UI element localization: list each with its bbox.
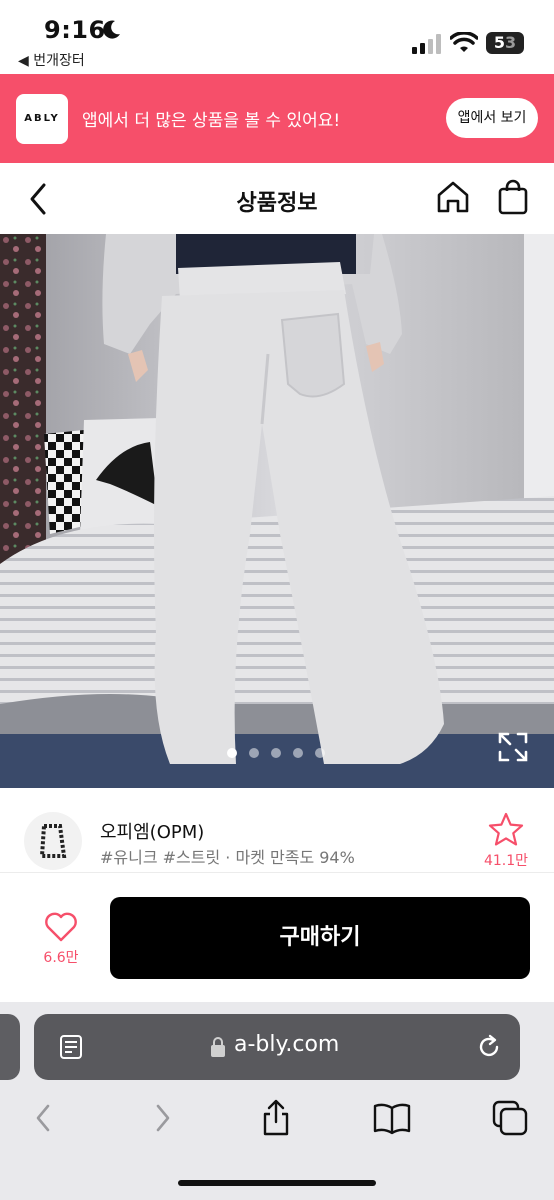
previous-tab-peek[interactable] xyxy=(0,1014,20,1080)
product-image[interactable] xyxy=(0,234,554,788)
seller-row[interactable]: 오피엠(OPM) #유니크 #스트릿 · 마켓 만족도 94% 41.1만 xyxy=(0,788,554,872)
tabs-icon[interactable] xyxy=(490,1098,530,1138)
image-expand-icon[interactable] xyxy=(496,730,530,764)
status-time: 9:16 xyxy=(44,16,106,44)
share-icon[interactable] xyxy=(256,1098,296,1138)
heart-icon[interactable] xyxy=(44,911,78,943)
seller-logo-icon xyxy=(39,824,67,858)
status-bar: 9:16 ◀ 번개장터 53 xyxy=(0,0,554,74)
cellular-signal-icon xyxy=(412,34,441,54)
browser-back-icon[interactable] xyxy=(24,1098,64,1138)
bookmarks-icon[interactable] xyxy=(372,1098,412,1138)
promo-text: 앱에서 더 많은 상품을 볼 수 있어요! xyxy=(82,111,341,131)
carousel-indicator xyxy=(227,748,325,758)
battery-level-main: 5 xyxy=(493,33,505,52)
purchase-bar: 6.6만 구매하기 xyxy=(0,872,554,1003)
buy-button[interactable]: 구매하기 xyxy=(110,897,530,979)
shopping-bag-icon[interactable] xyxy=(494,177,532,217)
favorite-count: 41.1만 xyxy=(483,853,529,869)
reader-mode-icon[interactable] xyxy=(56,1032,86,1062)
ably-logo: ABLY xyxy=(16,94,68,144)
battery-indicator: 53 xyxy=(486,32,524,54)
star-icon[interactable] xyxy=(488,812,524,846)
address-bar[interactable]: a-bly.com xyxy=(34,1014,520,1080)
seller-tags: #유니크 #스트릿 · 마켓 만족도 94% xyxy=(100,848,355,867)
app-promo-banner: ABLY 앱에서 더 많은 상품을 볼 수 있어요! 앱에서 보기 xyxy=(0,74,554,163)
lock-icon xyxy=(211,1037,225,1057)
product-photo-illustration xyxy=(0,234,554,788)
browser-forward-icon[interactable] xyxy=(142,1098,182,1138)
home-icon[interactable] xyxy=(434,177,472,217)
moon-icon xyxy=(103,20,120,39)
wifi-icon xyxy=(450,32,478,52)
reload-icon[interactable] xyxy=(474,1032,504,1062)
url-text[interactable]: a-bly.com xyxy=(234,1032,339,1057)
open-in-app-button[interactable]: 앱에서 보기 xyxy=(446,98,538,138)
battery-level-dim: 3 xyxy=(505,33,517,52)
like-count: 6.6만 xyxy=(43,950,79,966)
page-header: 상품정보 xyxy=(0,163,554,234)
seller-avatar[interactable] xyxy=(24,812,82,870)
seller-name[interactable]: 오피엠(OPM) xyxy=(100,818,204,844)
back-to-app-link[interactable]: ◀ 번개장터 xyxy=(18,50,85,70)
home-indicator xyxy=(178,1180,376,1186)
